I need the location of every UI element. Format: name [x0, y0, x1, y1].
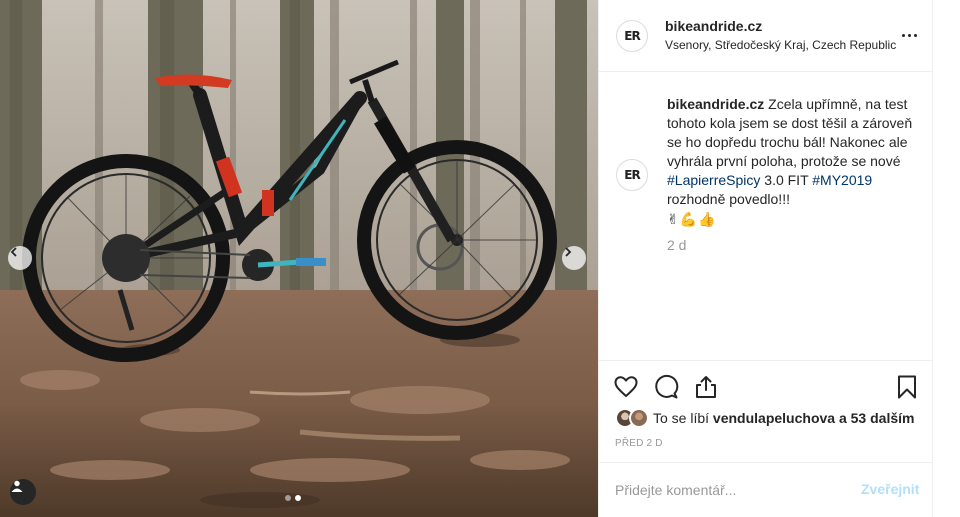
caption-text: rozhodně povedlo!!! [667, 191, 790, 207]
caption-avatar[interactable]: ER [616, 159, 648, 191]
avatar-initials: ER [624, 168, 640, 182]
carousel-dot [285, 495, 291, 501]
avatar-initials: ER [624, 29, 640, 43]
post-actions [599, 370, 932, 402]
caption-emojis: ✌ 💪 👍 [667, 210, 716, 229]
tagged-users-button[interactable] [10, 479, 36, 505]
bookmark-icon[interactable] [894, 374, 920, 400]
thumbs-up-emoji: 👍 [698, 210, 716, 227]
user-tag-icon [11, 480, 23, 492]
carousel-dot-active [295, 495, 301, 501]
chevron-left-icon [10, 247, 17, 257]
flexed-biceps-emoji: 💪 [679, 210, 698, 227]
post-photo[interactable] [0, 0, 598, 517]
post-header: ER bikeandride.cz Vsenory, Středočeský K… [599, 0, 932, 72]
victory-hand-emoji: ✌ [667, 210, 679, 227]
likes-others-link[interactable]: a 53 dalším [835, 410, 915, 426]
bike-photo-illustration [0, 0, 598, 517]
liker-avatar[interactable] [629, 408, 649, 428]
chevron-right-icon [565, 247, 572, 257]
share-icon[interactable] [693, 374, 719, 400]
caption-time-ago[interactable]: 2 d [667, 237, 686, 253]
post-location[interactable]: Vsenory, Středočeský Kraj, Czech Republi… [665, 38, 896, 52]
posted-date[interactable]: PŘED 2 D [615, 438, 663, 449]
carousel-prev-button[interactable] [8, 246, 32, 270]
liker-username[interactable]: vendulapeluchova [713, 410, 835, 426]
caption-username[interactable]: bikeandride.cz [667, 96, 764, 112]
hashtag-link[interactable]: #LapierreSpicy [667, 172, 760, 188]
heart-icon[interactable] [613, 374, 639, 400]
likes-summary: To se líbí vendulapeluchova a 53 dalším [615, 406, 914, 430]
carousel-next-button[interactable] [562, 246, 586, 270]
more-options-button[interactable] [899, 27, 919, 43]
caption-text: 3.0 FIT [760, 172, 813, 188]
post-details-panel: ER bikeandride.cz Vsenory, Středočeský K… [598, 0, 933, 517]
comment-bubble-icon[interactable] [653, 374, 679, 400]
more-options-icon [901, 33, 905, 37]
post-caption: bikeandride.cz Zcela upřímně, na test to… [667, 95, 917, 229]
publish-comment-button[interactable]: Zveřejnit [861, 481, 919, 497]
carousel-indicator [285, 495, 301, 501]
caption-section: ER bikeandride.cz Zcela upřímně, na test… [599, 73, 932, 361]
account-avatar[interactable]: ER [616, 20, 648, 52]
hashtag-link[interactable]: #MY2019 [812, 172, 872, 188]
comment-box: Zveřejnit [599, 462, 932, 517]
comment-input[interactable] [615, 479, 835, 501]
likes-text: To se líbí vendulapeluchova a 53 dalším [653, 410, 915, 426]
account-username[interactable]: bikeandride.cz [665, 18, 762, 34]
